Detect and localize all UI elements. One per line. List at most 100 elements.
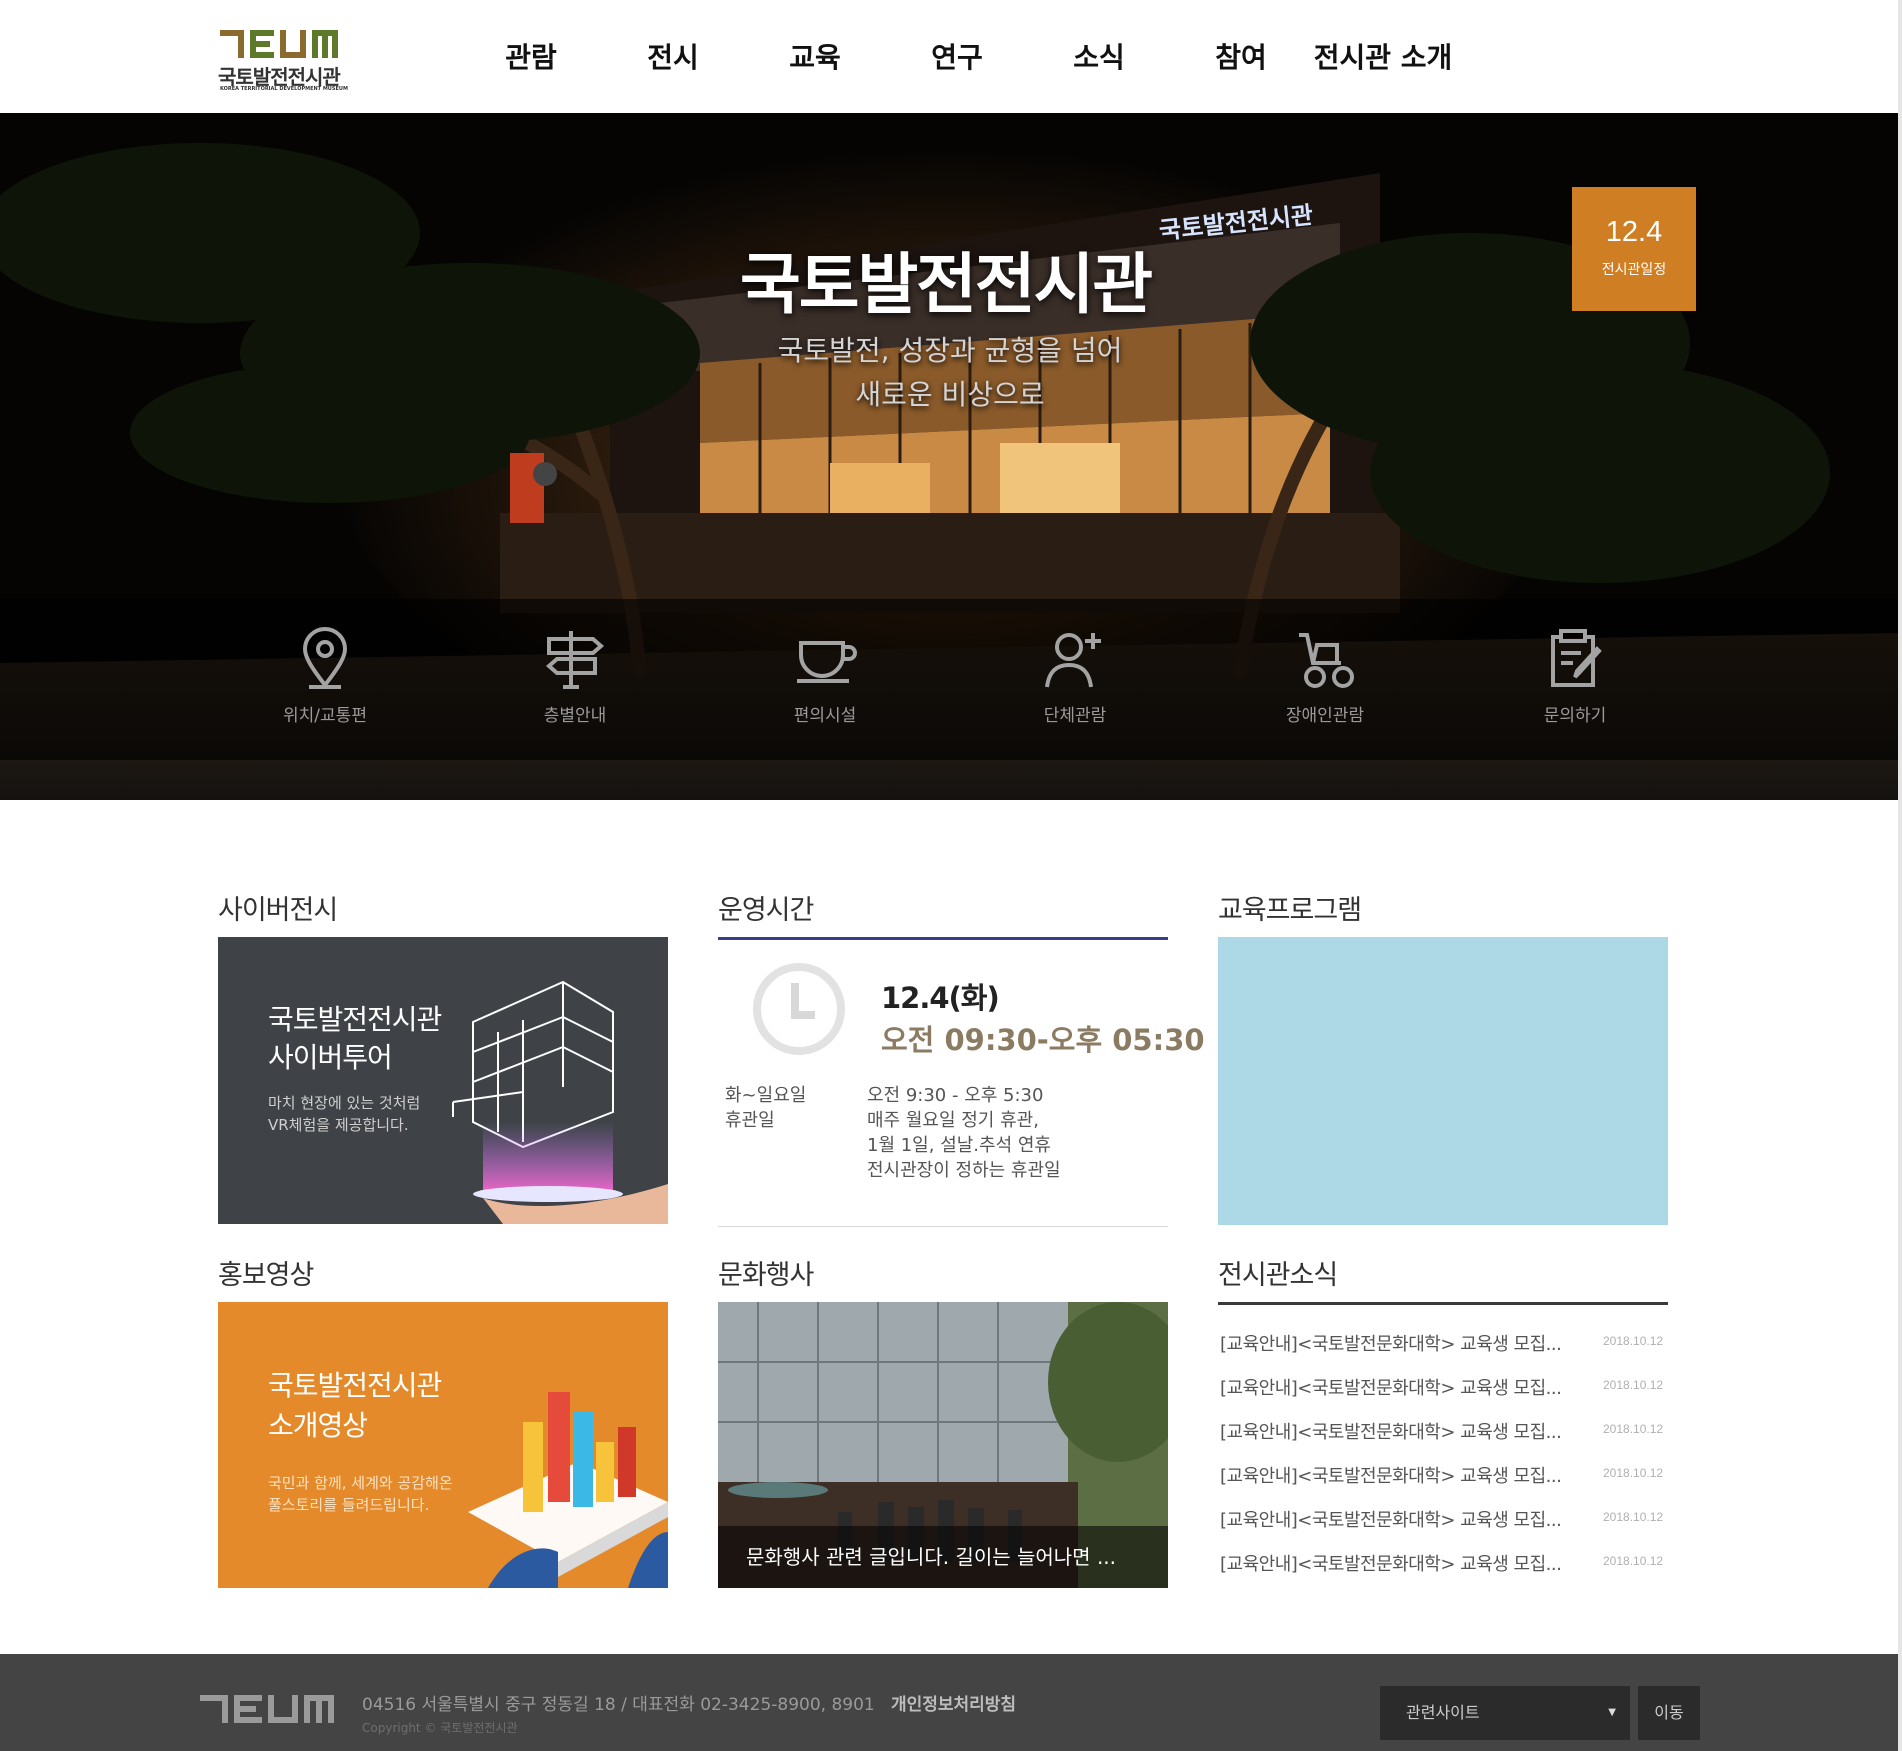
- clock-icon: [753, 963, 845, 1055]
- nav-item-news[interactable]: 소식: [1028, 36, 1170, 76]
- hours-value-open: 오전 9:30 - 오후 5:30: [867, 1085, 1044, 1106]
- quick-link-accessibility[interactable]: 장애인관람: [1200, 599, 1450, 760]
- news-item-title: [교육안내]<국토발전문화대학> 교육생 모집...: [1220, 1334, 1562, 1355]
- culture-event-caption: 문화행사 관련 글입니다. 길이는 늘어나면 ...: [718, 1526, 1168, 1588]
- news-item-title: [교육안내]<국토발전문화대학> 교육생 모집...: [1220, 1422, 1562, 1443]
- cyber-banner-line2: 사이버투어: [268, 1041, 393, 1074]
- cyber-tour-banner[interactable]: 국토발전전시관 사이버투어 마치 현장에 있는 것처럼 VR체험을 제공합니다.: [218, 937, 668, 1224]
- signpost-icon: [545, 631, 605, 689]
- nav-item-participation[interactable]: 참여: [1170, 36, 1312, 76]
- hero-banner: 국토발전전시관 국토발전전시관 국토발전, 성장과 균형을 넘어 새로운 비상으…: [0, 113, 1898, 800]
- education-program-banner[interactable]: [1218, 937, 1668, 1225]
- quick-link-location[interactable]: 위치/교통편: [200, 599, 450, 760]
- promo-banner-desc2: 풀스토리를 들려드립니다.: [268, 1496, 430, 1514]
- wheelchair-icon: [1299, 633, 1354, 688]
- logo-subtext: KOREA TERRITORIAL DEVELOPMENT MUSEUM: [220, 86, 348, 92]
- news-item[interactable]: [교육안내]<국토발전문화대학> 교육생 모집... 2018.10.12: [1218, 1502, 1668, 1546]
- quick-menu-bar: 위치/교통편 층별안내 편의시설 단체관람 장애인관람 문의하기: [0, 599, 1898, 760]
- section-title-news[interactable]: 전시관소식: [1218, 1253, 1338, 1292]
- privacy-policy-link[interactable]: 개인정보처리방침: [891, 1695, 1016, 1715]
- operating-hours-panel: 12.4(화) 오전 09:30-오후 05:30 화~일요일 휴관일 오전 9…: [718, 937, 1205, 1227]
- news-item[interactable]: [교육안내]<국토발전문화대학> 교육생 모집... 2018.10.12: [1218, 1546, 1668, 1590]
- news-item[interactable]: [교육안내]<국토발전문화대학> 교육생 모집... 2018.10.12: [1218, 1458, 1668, 1502]
- cyber-banner-line1: 국토발전전시관: [268, 1003, 442, 1036]
- section-title-culture[interactable]: 문화행사: [718, 1253, 814, 1292]
- dropdown-arrow-icon: ▼: [1608, 1707, 1616, 1718]
- news-title-underline: [1218, 1302, 1668, 1305]
- nav-item-exhibition[interactable]: 전시: [602, 36, 744, 76]
- quick-link-amenities[interactable]: 편의시설: [700, 599, 950, 760]
- news-item[interactable]: [교육안내]<국토발전문화대학> 교육생 모집... 2018.10.12: [1218, 1370, 1668, 1414]
- related-sites-select[interactable]: 관련사이트 ▼: [1380, 1686, 1630, 1740]
- quick-link-label: 위치/교통편: [283, 706, 367, 726]
- map-pin-icon: [302, 627, 348, 689]
- news-item-date: 2018.10.12: [1603, 1466, 1664, 1480]
- cyber-banner-title: 국토발전전시관 사이버투어: [268, 1001, 442, 1077]
- section-title-cyber[interactable]: 사이버전시: [218, 888, 338, 927]
- promo-banner-desc1: 국민과 함께, 세계와 공감해온: [268, 1474, 453, 1492]
- news-item[interactable]: [교육안내]<국토발전문화대학> 교육생 모집... 2018.10.12: [1218, 1414, 1668, 1458]
- promo-banner-desc: 국민과 함께, 세계와 공감해온 풀스토리를 들려드립니다.: [268, 1472, 453, 1516]
- nav-item-about[interactable]: 전시관 소개: [1312, 36, 1454, 76]
- hours-label-closed: 휴관일: [725, 1110, 775, 1131]
- hero-subtitle-line2: 새로운 비상으로: [855, 378, 1045, 411]
- hours-labels: 화~일요일 휴관일: [725, 1083, 806, 1133]
- nav-item-education[interactable]: 교육: [744, 36, 886, 76]
- promo-video-banner[interactable]: 국토발전전시관 소개영상 국민과 함께, 세계와 공감해온 풀스토리를 들려드립…: [218, 1302, 668, 1588]
- nav-item-research[interactable]: 연구: [886, 36, 1028, 76]
- news-item-date: 2018.10.12: [1603, 1422, 1664, 1436]
- hours-values: 오전 9:30 - 오후 5:30 매주 월요일 정기 휴관, 1월 1일, 설…: [867, 1083, 1061, 1183]
- main-nav: 관람 전시 교육 연구 소식 참여 전시관 소개: [460, 36, 1454, 76]
- footer-address-text: 04516 서울특별시 중구 정동길 18 / 대표전화 02-3425-890…: [362, 1695, 875, 1715]
- logo-mark-icon: [220, 30, 338, 58]
- promo-banner-title: 국토발전전시관 소개영상: [268, 1366, 442, 1446]
- news-item-date: 2018.10.12: [1603, 1378, 1664, 1392]
- cyber-banner-desc2: VR체험을 제공합니다.: [268, 1116, 409, 1134]
- culture-event-card[interactable]: 문화행사 관련 글입니다. 길이는 늘어나면 ...: [718, 1302, 1168, 1588]
- schedule-date-badge[interactable]: 12.4 전시관일정: [1572, 187, 1696, 311]
- cyber-banner-desc1: 마치 현장에 있는 것처럼: [268, 1094, 421, 1112]
- quick-link-floor-guide[interactable]: 층별안내: [450, 599, 700, 760]
- cyber-banner-desc: 마치 현장에 있는 것처럼 VR체험을 제공합니다.: [268, 1092, 420, 1136]
- quick-link-label: 단체관람: [1043, 706, 1107, 726]
- today-date: 12.4(화): [881, 981, 1000, 1015]
- hours-label-open: 화~일요일: [725, 1085, 807, 1106]
- hours-value-closed-3: 전시관장이 정하는 휴관일: [867, 1160, 1061, 1181]
- hero-subtitle-line1: 국토발전, 성장과 균형을 넘어: [777, 334, 1123, 367]
- page-scrollbar[interactable]: [1898, 0, 1902, 1751]
- footer-copyright: Copyright © 국토발전전시관: [362, 1721, 518, 1735]
- schedule-label: 전시관일정: [1601, 262, 1667, 278]
- hours-value-closed-2: 1월 1일, 설날.추석 연휴: [867, 1135, 1051, 1156]
- quick-link-group-visit[interactable]: 단체관람: [950, 599, 1200, 760]
- quick-link-label: 장애인관람: [1285, 706, 1365, 726]
- today-hours: 오전 09:30-오후 05:30: [881, 1023, 1205, 1057]
- news-item-date: 2018.10.12: [1603, 1334, 1664, 1348]
- news-item-date: 2018.10.12: [1603, 1554, 1664, 1568]
- news-item-date: 2018.10.12: [1603, 1510, 1664, 1524]
- section-title-promo[interactable]: 홍보영상: [218, 1253, 314, 1292]
- nav-item-view[interactable]: 관람: [460, 36, 602, 76]
- group-add-icon: [1045, 633, 1101, 688]
- go-button[interactable]: 이동: [1638, 1686, 1700, 1740]
- site-header: 국토발전전시관 KOREA TERRITORIAL DEVELOPMENT MU…: [0, 0, 1898, 113]
- news-item-title: [교육안내]<국토발전문화대학> 교육생 모집...: [1220, 1466, 1562, 1487]
- site-logo[interactable]: 국토발전전시관 KOREA TERRITORIAL DEVELOPMENT MU…: [218, 30, 348, 94]
- hero-title: 국토발전전시관: [740, 246, 1153, 323]
- promo-banner-line1: 국토발전전시관: [268, 1369, 442, 1402]
- vr-building-hand-illustration: [452, 980, 668, 1224]
- news-item[interactable]: [교육안내]<국토발전문화대학> 교육생 모집... 2018.10.12: [1218, 1326, 1668, 1370]
- news-list: [교육안내]<국토발전문화대학> 교육생 모집... 2018.10.12 [교…: [1218, 1326, 1668, 1590]
- footer-address: 04516 서울특별시 중구 정동길 18 / 대표전화 02-3425-890…: [362, 1690, 1016, 1715]
- hero-subtitle: 국토발전, 성장과 균형을 넘어 새로운 비상으로: [700, 329, 1200, 417]
- site-footer: 04516 서울특별시 중구 정동길 18 / 대표전화 02-3425-890…: [0, 1654, 1898, 1751]
- quick-link-label: 문의하기: [1543, 706, 1607, 726]
- quick-link-label: 층별안내: [543, 706, 607, 726]
- hours-value-closed-1: 매주 월요일 정기 휴관,: [867, 1110, 1039, 1131]
- news-item-title: [교육안내]<국토발전문화대학> 교육생 모집...: [1220, 1554, 1562, 1575]
- city-tablet-illustration: [468, 1392, 668, 1588]
- section-title-hours: 운영시간: [718, 895, 814, 926]
- coffee-cup-icon: [797, 641, 857, 683]
- quick-link-inquiry[interactable]: 문의하기: [1450, 599, 1700, 760]
- section-title-education[interactable]: 교육프로그램: [1218, 888, 1362, 927]
- quick-link-label: 편의시설: [793, 706, 857, 726]
